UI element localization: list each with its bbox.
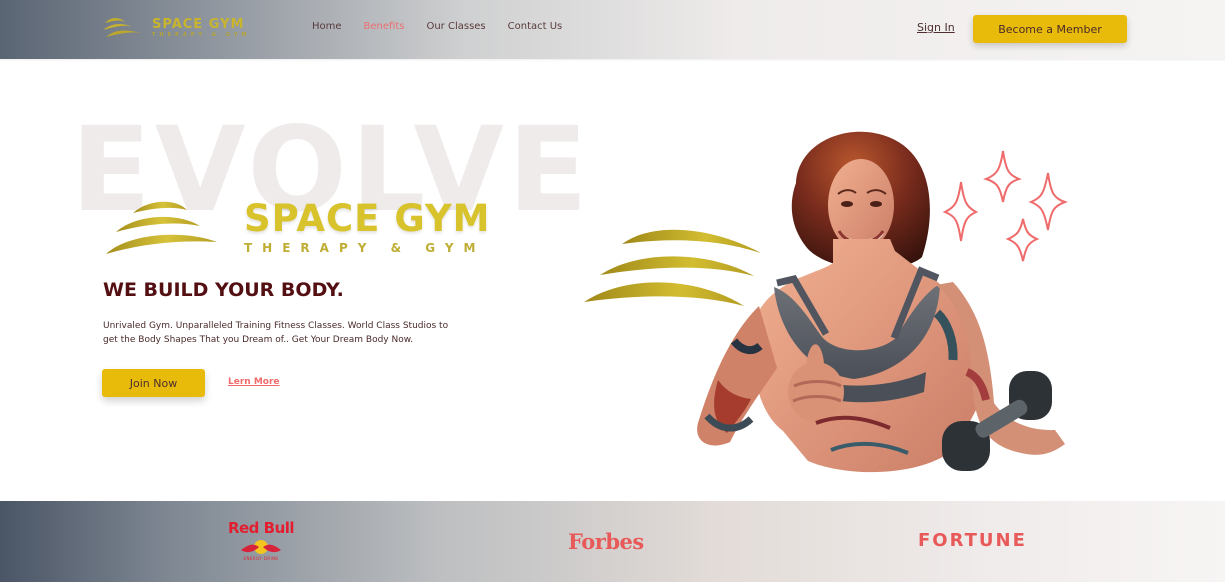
redbull-subtitle: ENERGY DRINK (243, 556, 279, 561)
nav-link-home[interactable]: Home (312, 21, 342, 32)
top-navigation-bar: SPACE GYM THERAPY & GYM Home Benefits Ou… (0, 0, 1225, 59)
join-now-button[interactable]: Join Now (102, 369, 205, 397)
hero-wave-logo-icon (106, 201, 217, 254)
redbull-logo: Red Bull ENERGY DRINK (226, 521, 296, 561)
redbull-logo-text: Red Bull (227, 519, 295, 537)
become-member-button[interactable]: Become a Member (973, 15, 1127, 43)
forbes-logo: Forbes (568, 529, 644, 554)
wave-logo-icon (103, 17, 142, 37)
header-brand-logo[interactable]: SPACE GYM THERAPY & GYM (102, 15, 272, 41)
bull-icon (241, 540, 281, 554)
fortune-logo: FORTUNE (918, 530, 1027, 551)
landing-page: SPACE GYM THERAPY & GYM Home Benefits Ou… (0, 0, 1225, 582)
brands-strip: Red Bull ENERGY DRINK Forbes FORTUNE (0, 501, 1225, 582)
nav-link-benefits[interactable]: Benefits (364, 21, 405, 32)
hero-headline: WE BUILD YOUR BODY. (103, 279, 344, 301)
hero-brand-tagline: THERAPY & GYM (244, 241, 486, 255)
header-brand-tagline: THERAPY & GYM (152, 32, 251, 38)
nav-link-contact-us[interactable]: Contact Us (508, 21, 563, 32)
sparkles-decoration-icon (942, 150, 1068, 262)
sign-in-link[interactable]: Sign In (917, 21, 955, 34)
header-brand-name: SPACE GYM (152, 17, 245, 32)
learn-more-link[interactable]: Lern More (228, 377, 280, 387)
nav-link-our-classes[interactable]: Our Classes (426, 21, 485, 32)
hero-description: Unrivaled Gym. Unparalleled Training Fit… (103, 321, 449, 345)
hero-brand-logo: SPACE GYM THERAPY & GYM (102, 198, 547, 268)
hero-brand-name: SPACE GYM (244, 197, 491, 240)
main-navigation: Home Benefits Our Classes Contact Us (312, 21, 562, 32)
header-brand-text: SPACE GYM THERAPY & GYM (152, 18, 250, 38)
